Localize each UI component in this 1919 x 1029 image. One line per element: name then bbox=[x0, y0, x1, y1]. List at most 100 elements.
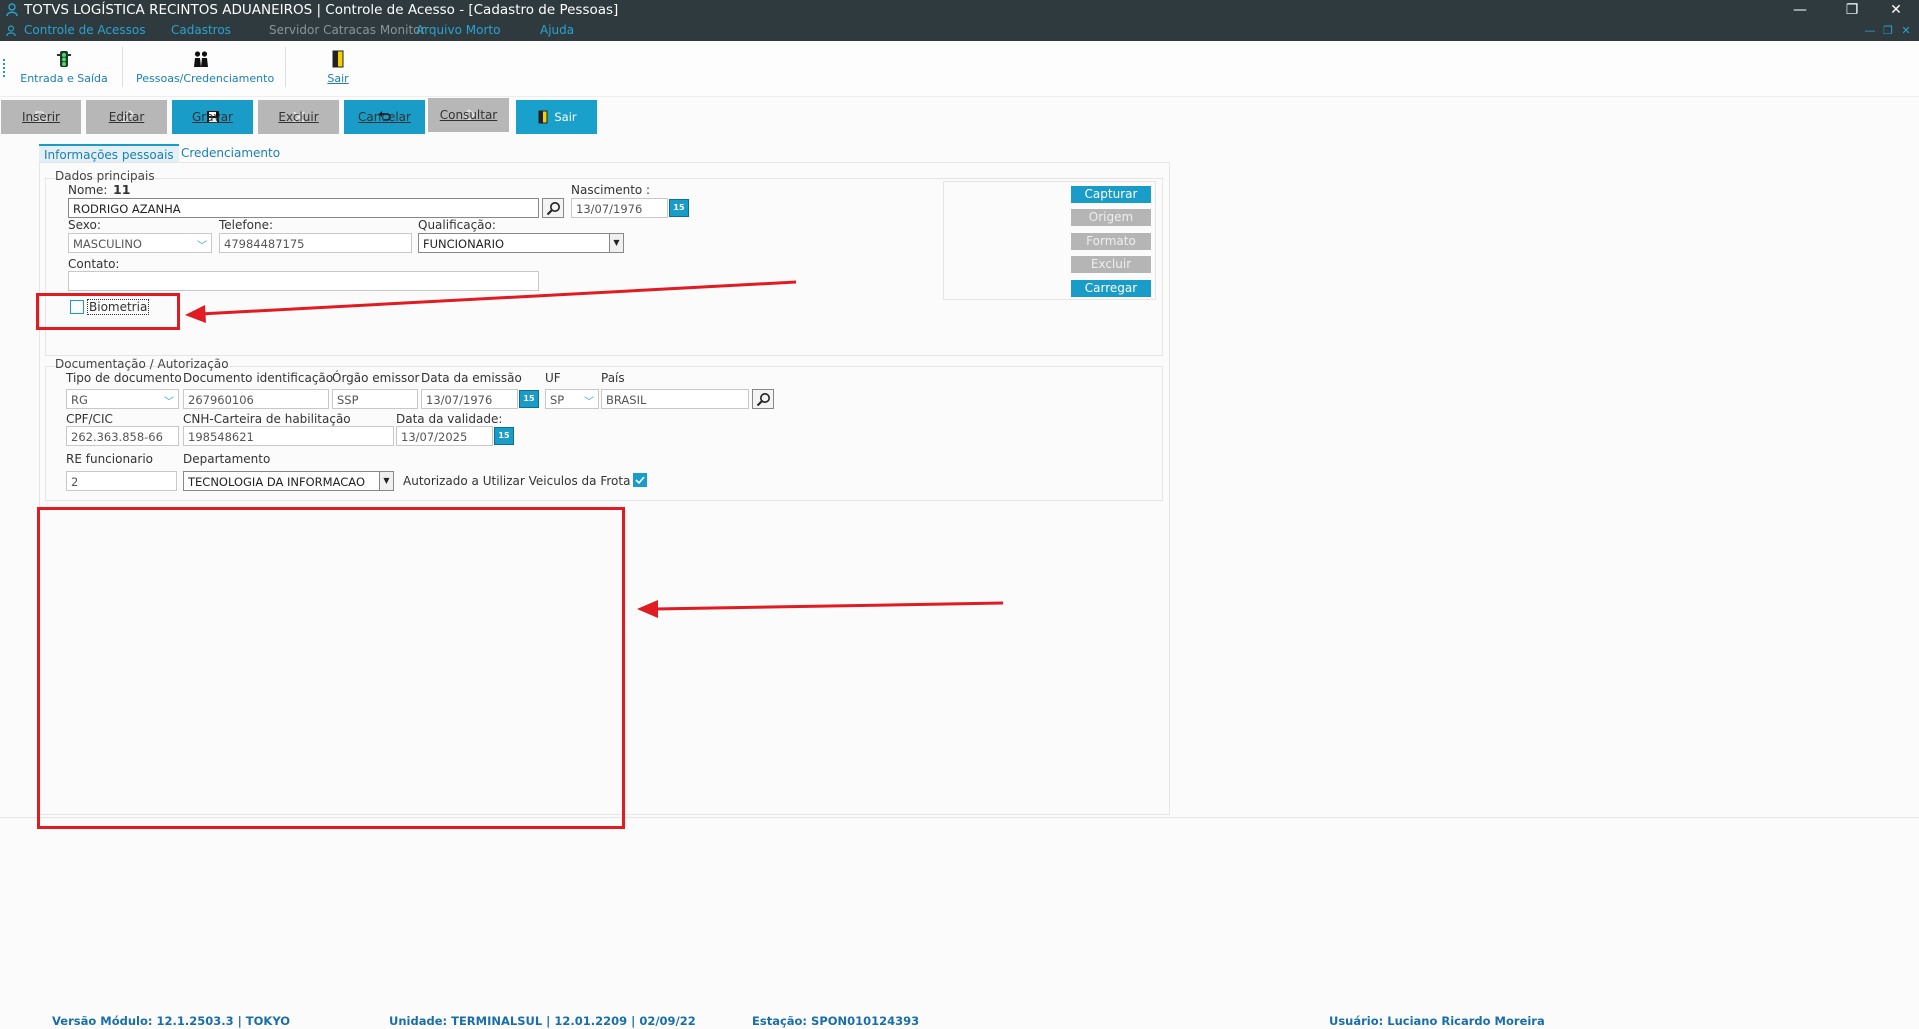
tipo-documento-value: RG bbox=[71, 393, 88, 407]
menu-controle-acessos[interactable]: Controle de Acessos bbox=[24, 23, 145, 37]
restore-icon[interactable]: ❐ bbox=[1832, 0, 1872, 22]
inserir-button[interactable]: Inserir bbox=[1, 100, 81, 134]
editar-button[interactable]: Editar bbox=[86, 100, 167, 134]
sexo-value: MASCULINO bbox=[73, 237, 142, 251]
data-validade-label: Data da validade: bbox=[396, 412, 503, 426]
chevron-down-icon: ﹀ bbox=[197, 241, 207, 252]
menu-arquivo-morto[interactable]: Arquivo Morto bbox=[416, 23, 500, 37]
traffic-light-icon bbox=[57, 51, 71, 67]
editar-label: Editar bbox=[108, 110, 145, 124]
uf-select[interactable]: SP ﹀ bbox=[545, 389, 599, 409]
telefone-label: Telefone: bbox=[219, 218, 273, 232]
re-funcionario-field[interactable]: 2 bbox=[66, 471, 177, 491]
pessoas-credenciamento-label: Pessoas/Credenciamento bbox=[136, 72, 275, 85]
title-bar: TOTVS LOGÍSTICA RECINTOS ADUANEIROS | Co… bbox=[0, 0, 1919, 41]
tab-credenciamento[interactable]: Credenciamento bbox=[176, 144, 285, 162]
sexo-select[interactable]: MASCULINO ﹀ bbox=[68, 233, 212, 253]
origem-button[interactable]: Origem bbox=[1071, 209, 1151, 226]
data-emissao-field[interactable]: 13/07/1976 bbox=[421, 389, 518, 409]
consultar-button[interactable]: Consultar bbox=[428, 98, 509, 132]
departamento-label: Departamento bbox=[183, 452, 271, 466]
checkmark-icon bbox=[635, 476, 645, 485]
uf-label: UF bbox=[545, 371, 561, 385]
pessoas-credenciamento-button[interactable]: Pessoas/Credenciamento bbox=[136, 47, 275, 93]
toolbar-grip[interactable] bbox=[3, 59, 5, 77]
documentacao-title: Documentação / Autorização bbox=[55, 357, 229, 371]
uf-value: SP bbox=[550, 393, 565, 407]
unidade-status: Unidade: TERMINALSUL | 12.01.2209 | 02/0… bbox=[389, 1014, 696, 1028]
minimize-icon[interactable]: — bbox=[1780, 0, 1820, 22]
magnifier-icon bbox=[756, 393, 770, 407]
tab-informacoes-pessoais[interactable]: Informações pessoais bbox=[39, 144, 179, 162]
nascimento-calendar-icon[interactable]: 15 bbox=[669, 199, 689, 217]
entrada-saida-button[interactable]: Entrada e Saída bbox=[20, 47, 108, 93]
sair-quick-button[interactable]: Sair bbox=[318, 47, 358, 93]
frota-label: Autorizado a Utilizar Veiculos da Frota bbox=[403, 474, 631, 488]
mdi-minimize-icon[interactable]: — bbox=[1862, 23, 1878, 39]
data-validade-calendar-icon[interactable]: 15 bbox=[494, 427, 514, 445]
window-title: TOTVS LOGÍSTICA RECINTOS ADUANEIROS | Co… bbox=[24, 2, 619, 18]
documento-id-label: Documento identificação bbox=[183, 371, 334, 385]
gravar-label: Gravar bbox=[192, 110, 233, 124]
usuario-status: Usuário: Luciano Ricardo Moreira bbox=[1329, 1014, 1545, 1028]
exit-door-icon bbox=[538, 110, 548, 124]
qualificacao-value: FUNCIONARIO bbox=[423, 237, 505, 251]
data-emissao-label: Data da emissão bbox=[421, 371, 522, 385]
excluir-button[interactable]: Excluir bbox=[258, 100, 339, 134]
tipo-documento-select[interactable]: RG ﹀ bbox=[66, 389, 179, 409]
versao-status: Versão Módulo: 12.1.2503.3 | TOKYO bbox=[52, 1014, 291, 1028]
cnh-field[interactable]: 198548621 bbox=[183, 426, 394, 446]
pais-search-button[interactable] bbox=[752, 389, 774, 409]
menu-servidor-catracas[interactable]: Servidor Catracas Monitor bbox=[269, 23, 425, 37]
contato-label: Contato: bbox=[68, 257, 120, 271]
pais-label: País bbox=[601, 371, 625, 385]
data-validade-field[interactable]: 13/07/2025 bbox=[396, 426, 493, 446]
telefone-field[interactable]: 47984487175 bbox=[219, 233, 412, 253]
frota-checkbox[interactable] bbox=[633, 473, 647, 487]
dropdown-arrow-icon: ▼ bbox=[609, 234, 623, 252]
entrada-saida-label: Entrada e Saída bbox=[20, 72, 108, 85]
sexo-label: Sexo: bbox=[68, 218, 101, 232]
inserir-label: Inserir bbox=[22, 110, 60, 124]
nome-search-button[interactable] bbox=[542, 198, 564, 218]
documento-id-field[interactable]: 267960106 bbox=[183, 389, 329, 409]
dados-principais-title: Dados principais bbox=[55, 169, 155, 183]
orgao-emissor-field[interactable]: SSP bbox=[332, 389, 418, 409]
status-bar: Versão Módulo: 12.1.2503.3 | TOKYO Unida… bbox=[0, 1012, 1919, 1029]
menu-ajuda[interactable]: Ajuda bbox=[540, 23, 574, 37]
contato-field[interactable] bbox=[68, 271, 539, 291]
pais-field[interactable]: BRASIL bbox=[601, 389, 749, 409]
gravar-button[interactable]: Gravar bbox=[172, 100, 253, 134]
close-icon[interactable]: ✕ bbox=[1876, 0, 1916, 22]
cancelar-label: Cancelar bbox=[358, 110, 411, 124]
re-funcionario-label: RE funcionario bbox=[66, 452, 154, 466]
cancelar-button[interactable]: Cancelar bbox=[344, 100, 425, 134]
departamento-select[interactable]: TECNOLOGIA DA INFORMACAO ▼ bbox=[183, 471, 394, 491]
capturar-button[interactable]: Capturar bbox=[1071, 186, 1151, 203]
cpf-field[interactable]: 262.363.858-66 bbox=[66, 426, 179, 446]
menu-cadastros[interactable]: Cadastros bbox=[171, 23, 231, 37]
annotation-box-biometria bbox=[36, 293, 180, 330]
departamento-value: TECNOLOGIA DA INFORMACAO bbox=[188, 475, 366, 489]
mdi-restore-icon[interactable]: ❐ bbox=[1880, 23, 1896, 39]
orgao-emissor-label: Órgão emissor bbox=[332, 371, 420, 385]
toolbar-divider bbox=[122, 47, 123, 87]
mdi-close-icon[interactable]: ✕ bbox=[1898, 23, 1914, 39]
cnh-label: CNH-Carteira de habilitação bbox=[183, 412, 351, 426]
qualificacao-select[interactable]: FUNCIONARIO ▼ bbox=[418, 233, 624, 253]
formato-button[interactable]: Formato bbox=[1071, 233, 1151, 250]
chevron-down-icon: ﹀ bbox=[164, 397, 174, 408]
annotation-box-empty-area bbox=[37, 507, 625, 829]
nascimento-field[interactable]: 13/07/1976 bbox=[571, 198, 668, 218]
magnifier-icon bbox=[546, 202, 560, 216]
people-icon bbox=[194, 51, 208, 67]
data-emissao-calendar-icon[interactable]: 15 bbox=[519, 390, 539, 408]
dropdown-arrow-icon: ▼ bbox=[379, 472, 393, 490]
excluir-foto-button[interactable]: Excluir bbox=[1071, 256, 1151, 273]
sair-button[interactable]: Sair bbox=[516, 100, 597, 134]
nome-field[interactable]: RODRIGO AZANHA bbox=[68, 198, 539, 218]
user-icon bbox=[6, 25, 16, 37]
nome-id: 11 bbox=[113, 182, 131, 197]
excluir-label: Excluir bbox=[278, 110, 319, 124]
carregar-button[interactable]: Carregar bbox=[1071, 280, 1151, 297]
